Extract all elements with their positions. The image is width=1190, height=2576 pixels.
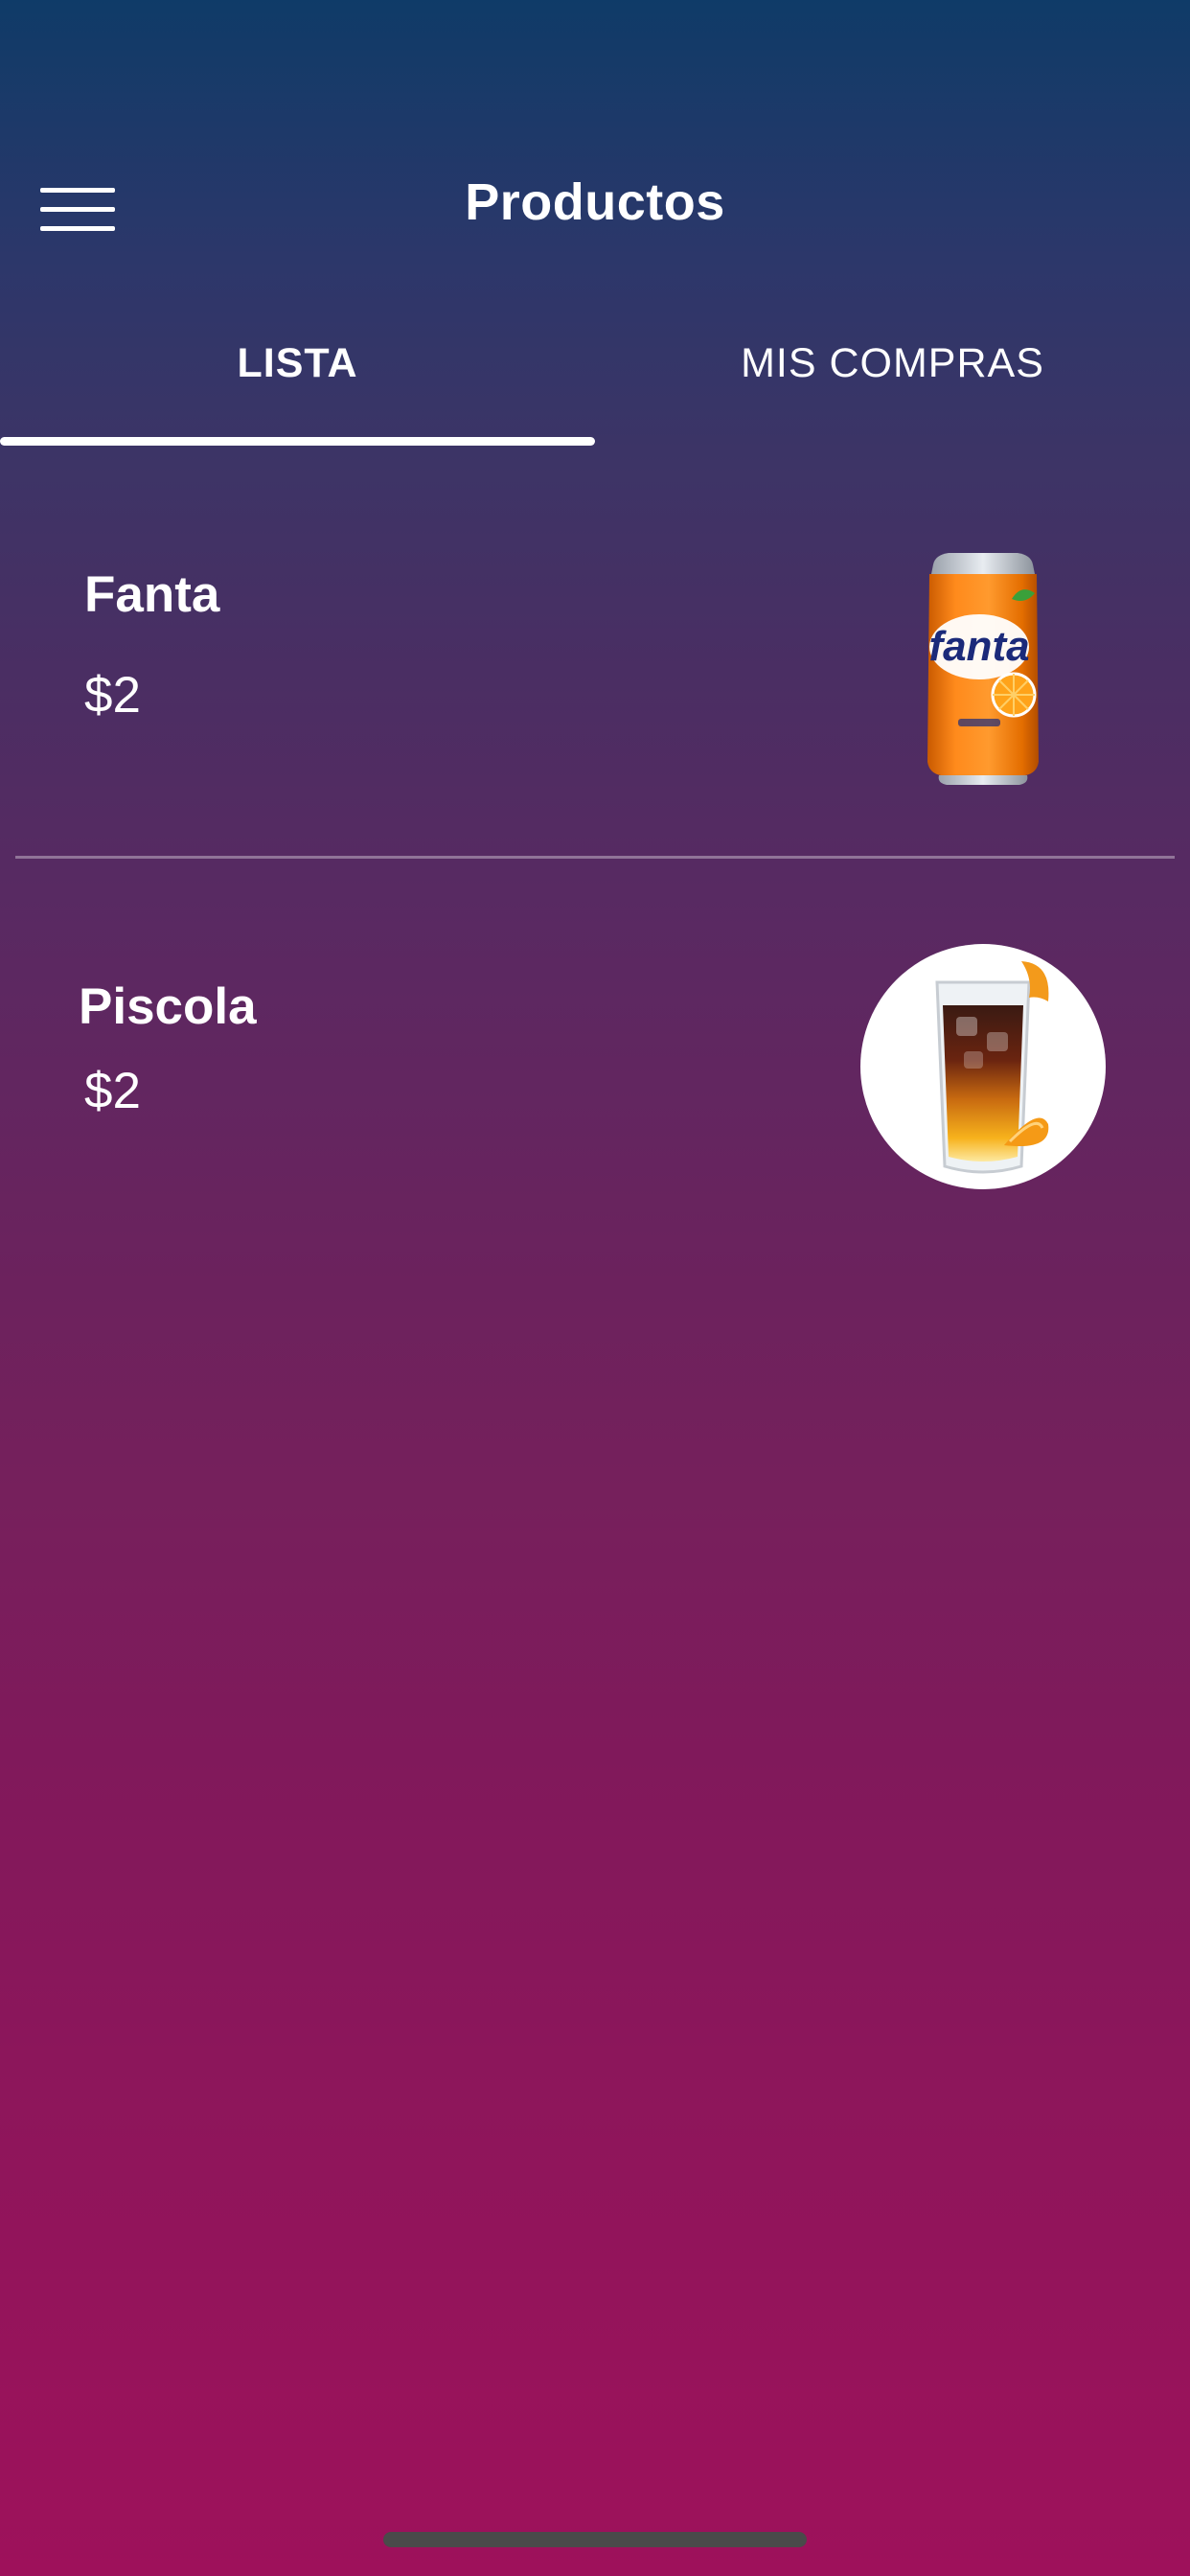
fanta-can-image: fanta bbox=[927, 553, 1039, 785]
tab-mis-compras[interactable]: MIS COMPRAS bbox=[595, 340, 1190, 387]
product-name: Fanta bbox=[84, 566, 220, 623]
tab-lista[interactable]: LISTA bbox=[0, 340, 595, 387]
svg-text:fanta: fanta bbox=[928, 623, 1029, 670]
home-indicator[interactable] bbox=[383, 2532, 807, 2547]
piscola-glass-image bbox=[860, 944, 1106, 1189]
active-tab-indicator bbox=[0, 437, 595, 446]
product-name: Piscola bbox=[79, 978, 257, 1035]
page-title: Productos bbox=[465, 173, 725, 231]
list-divider bbox=[15, 856, 1175, 859]
product-price: $2 bbox=[84, 1063, 141, 1119]
app-screen: Productos LISTA MIS COMPRAS Fanta $2 fan… bbox=[0, 0, 1190, 2576]
product-price: $2 bbox=[84, 667, 141, 724]
